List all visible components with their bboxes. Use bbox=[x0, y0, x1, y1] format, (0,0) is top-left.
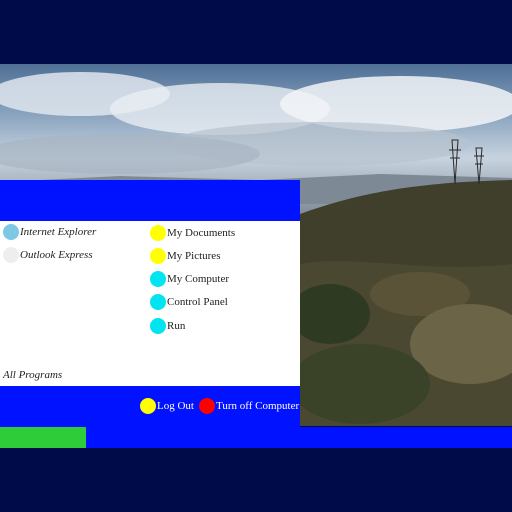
control-panel-item[interactable]: Control Panel bbox=[150, 293, 228, 311]
turn-off-label: Turn off Computer bbox=[216, 400, 300, 412]
turn-off-icon bbox=[199, 398, 215, 414]
my-computer-icon bbox=[150, 271, 166, 287]
my-pictures-icon bbox=[150, 248, 166, 264]
log-out-icon bbox=[140, 398, 156, 414]
run-item[interactable]: Run bbox=[150, 317, 185, 335]
all-programs-link[interactable]: All Programs bbox=[3, 369, 62, 381]
run-label: Run bbox=[167, 320, 186, 332]
start-button[interactable] bbox=[0, 427, 86, 448]
my-pictures-label: My Pictures bbox=[167, 250, 221, 262]
my-computer-label: My Computer bbox=[167, 273, 230, 285]
taskbar bbox=[0, 427, 512, 448]
my-pictures-item[interactable]: My Pictures bbox=[150, 247, 220, 265]
my-documents-icon bbox=[150, 225, 166, 241]
outlook-express-icon bbox=[3, 247, 19, 263]
run-icon bbox=[150, 318, 166, 334]
outlook-express-item[interactable]: Outlook Express bbox=[3, 246, 93, 264]
control-panel-label: Control Panel bbox=[167, 296, 228, 308]
start-menu-body: Internet Explorer Outlook Express My Doc… bbox=[0, 221, 300, 386]
log-out-label: Log Out bbox=[157, 400, 194, 412]
my-documents-item[interactable]: My Documents bbox=[150, 224, 235, 242]
control-panel-icon bbox=[150, 294, 166, 310]
internet-explorer-icon bbox=[3, 224, 19, 240]
start-menu: Internet Explorer Outlook Express My Doc… bbox=[0, 180, 300, 427]
internet-explorer-label: Internet Explorer bbox=[20, 226, 97, 238]
my-computer-item[interactable]: My Computer bbox=[150, 270, 229, 288]
turn-off-computer-button[interactable]: Turn off Computer bbox=[199, 397, 299, 415]
internet-explorer-item[interactable]: Internet Explorer bbox=[3, 223, 96, 241]
my-documents-label: My Documents bbox=[167, 227, 236, 239]
start-menu-header bbox=[0, 180, 300, 221]
log-out-button[interactable]: Log Out bbox=[140, 397, 194, 415]
outlook-express-label: Outlook Express bbox=[20, 249, 93, 261]
